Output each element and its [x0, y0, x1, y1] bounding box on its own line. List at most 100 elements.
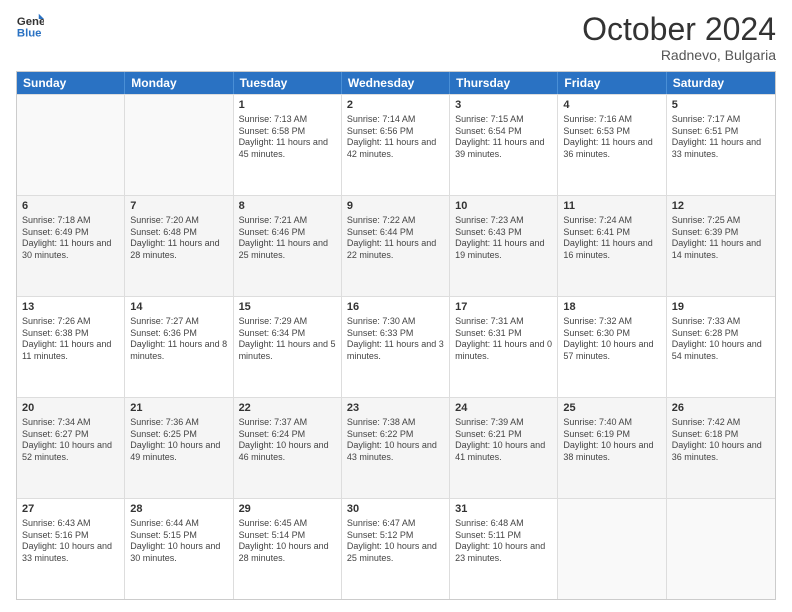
- calendar-header: SundayMondayTuesdayWednesdayThursdayFrid…: [17, 72, 775, 94]
- day-number: 25: [563, 401, 660, 416]
- day-of-week-header: Friday: [558, 72, 666, 94]
- calendar-cell: 31Sunrise: 6:48 AM Sunset: 5:11 PM Dayli…: [450, 499, 558, 599]
- day-info: Sunrise: 7:38 AM Sunset: 6:22 PM Dayligh…: [347, 417, 444, 464]
- day-of-week-header: Tuesday: [234, 72, 342, 94]
- day-info: Sunrise: 7:14 AM Sunset: 6:56 PM Dayligh…: [347, 114, 444, 161]
- calendar-cell: 15Sunrise: 7:29 AM Sunset: 6:34 PM Dayli…: [234, 297, 342, 397]
- day-number: 5: [672, 98, 770, 113]
- day-info: Sunrise: 7:16 AM Sunset: 6:53 PM Dayligh…: [563, 114, 660, 161]
- day-number: 23: [347, 401, 444, 416]
- calendar-week-row: 13Sunrise: 7:26 AM Sunset: 6:38 PM Dayli…: [17, 296, 775, 397]
- calendar-cell: 6Sunrise: 7:18 AM Sunset: 6:49 PM Daylig…: [17, 196, 125, 296]
- day-info: Sunrise: 7:39 AM Sunset: 6:21 PM Dayligh…: [455, 417, 552, 464]
- day-info: Sunrise: 6:43 AM Sunset: 5:16 PM Dayligh…: [22, 518, 119, 565]
- calendar-cell: 2Sunrise: 7:14 AM Sunset: 6:56 PM Daylig…: [342, 95, 450, 195]
- day-number: 16: [347, 300, 444, 315]
- calendar-cell: 11Sunrise: 7:24 AM Sunset: 6:41 PM Dayli…: [558, 196, 666, 296]
- day-number: 18: [563, 300, 660, 315]
- day-number: 2: [347, 98, 444, 113]
- day-info: Sunrise: 7:30 AM Sunset: 6:33 PM Dayligh…: [347, 316, 444, 363]
- calendar-week-row: 27Sunrise: 6:43 AM Sunset: 5:16 PM Dayli…: [17, 498, 775, 599]
- calendar-cell: 20Sunrise: 7:34 AM Sunset: 6:27 PM Dayli…: [17, 398, 125, 498]
- calendar-cell: 28Sunrise: 6:44 AM Sunset: 5:15 PM Dayli…: [125, 499, 233, 599]
- month-title: October 2024: [582, 12, 776, 47]
- day-info: Sunrise: 7:36 AM Sunset: 6:25 PM Dayligh…: [130, 417, 227, 464]
- calendar-week-row: 6Sunrise: 7:18 AM Sunset: 6:49 PM Daylig…: [17, 195, 775, 296]
- day-info: Sunrise: 7:21 AM Sunset: 6:46 PM Dayligh…: [239, 215, 336, 262]
- calendar-cell: 14Sunrise: 7:27 AM Sunset: 6:36 PM Dayli…: [125, 297, 233, 397]
- day-info: Sunrise: 7:17 AM Sunset: 6:51 PM Dayligh…: [672, 114, 770, 161]
- calendar-cell: 19Sunrise: 7:33 AM Sunset: 6:28 PM Dayli…: [667, 297, 775, 397]
- calendar-cell: 10Sunrise: 7:23 AM Sunset: 6:43 PM Dayli…: [450, 196, 558, 296]
- day-of-week-header: Thursday: [450, 72, 558, 94]
- calendar-cell: 25Sunrise: 7:40 AM Sunset: 6:19 PM Dayli…: [558, 398, 666, 498]
- day-of-week-header: Wednesday: [342, 72, 450, 94]
- day-info: Sunrise: 7:25 AM Sunset: 6:39 PM Dayligh…: [672, 215, 770, 262]
- day-number: 11: [563, 199, 660, 214]
- day-info: Sunrise: 7:31 AM Sunset: 6:31 PM Dayligh…: [455, 316, 552, 363]
- day-number: 21: [130, 401, 227, 416]
- calendar-week-row: 20Sunrise: 7:34 AM Sunset: 6:27 PM Dayli…: [17, 397, 775, 498]
- calendar-cell: 27Sunrise: 6:43 AM Sunset: 5:16 PM Dayli…: [17, 499, 125, 599]
- day-info: Sunrise: 7:40 AM Sunset: 6:19 PM Dayligh…: [563, 417, 660, 464]
- calendar-cell: 18Sunrise: 7:32 AM Sunset: 6:30 PM Dayli…: [558, 297, 666, 397]
- day-number: 4: [563, 98, 660, 113]
- calendar-cell: [558, 499, 666, 599]
- day-info: Sunrise: 7:18 AM Sunset: 6:49 PM Dayligh…: [22, 215, 119, 262]
- day-info: Sunrise: 7:42 AM Sunset: 6:18 PM Dayligh…: [672, 417, 770, 464]
- calendar-cell: 23Sunrise: 7:38 AM Sunset: 6:22 PM Dayli…: [342, 398, 450, 498]
- day-info: Sunrise: 6:47 AM Sunset: 5:12 PM Dayligh…: [347, 518, 444, 565]
- calendar-body: 1Sunrise: 7:13 AM Sunset: 6:58 PM Daylig…: [17, 94, 775, 599]
- calendar-cell: 21Sunrise: 7:36 AM Sunset: 6:25 PM Dayli…: [125, 398, 233, 498]
- calendar-cell: 17Sunrise: 7:31 AM Sunset: 6:31 PM Dayli…: [450, 297, 558, 397]
- day-info: Sunrise: 7:15 AM Sunset: 6:54 PM Dayligh…: [455, 114, 552, 161]
- day-number: 3: [455, 98, 552, 113]
- day-info: Sunrise: 6:48 AM Sunset: 5:11 PM Dayligh…: [455, 518, 552, 565]
- calendar-cell: [17, 95, 125, 195]
- calendar-cell: 7Sunrise: 7:20 AM Sunset: 6:48 PM Daylig…: [125, 196, 233, 296]
- location: Radnevo, Bulgaria: [582, 47, 776, 63]
- day-of-week-header: Sunday: [17, 72, 125, 94]
- calendar-cell: 29Sunrise: 6:45 AM Sunset: 5:14 PM Dayli…: [234, 499, 342, 599]
- day-number: 19: [672, 300, 770, 315]
- day-number: 28: [130, 502, 227, 517]
- day-number: 26: [672, 401, 770, 416]
- day-info: Sunrise: 7:32 AM Sunset: 6:30 PM Dayligh…: [563, 316, 660, 363]
- day-number: 27: [22, 502, 119, 517]
- calendar-cell: 30Sunrise: 6:47 AM Sunset: 5:12 PM Dayli…: [342, 499, 450, 599]
- logo: General Blue: [16, 12, 44, 40]
- day-number: 31: [455, 502, 552, 517]
- day-number: 15: [239, 300, 336, 315]
- day-info: Sunrise: 7:33 AM Sunset: 6:28 PM Dayligh…: [672, 316, 770, 363]
- day-info: Sunrise: 7:24 AM Sunset: 6:41 PM Dayligh…: [563, 215, 660, 262]
- day-info: Sunrise: 7:37 AM Sunset: 6:24 PM Dayligh…: [239, 417, 336, 464]
- day-number: 22: [239, 401, 336, 416]
- day-info: Sunrise: 7:23 AM Sunset: 6:43 PM Dayligh…: [455, 215, 552, 262]
- day-number: 30: [347, 502, 444, 517]
- day-number: 14: [130, 300, 227, 315]
- day-info: Sunrise: 6:44 AM Sunset: 5:15 PM Dayligh…: [130, 518, 227, 565]
- day-number: 20: [22, 401, 119, 416]
- calendar-cell: 22Sunrise: 7:37 AM Sunset: 6:24 PM Dayli…: [234, 398, 342, 498]
- day-info: Sunrise: 7:22 AM Sunset: 6:44 PM Dayligh…: [347, 215, 444, 262]
- day-info: Sunrise: 7:34 AM Sunset: 6:27 PM Dayligh…: [22, 417, 119, 464]
- calendar-cell: 26Sunrise: 7:42 AM Sunset: 6:18 PM Dayli…: [667, 398, 775, 498]
- day-info: Sunrise: 7:13 AM Sunset: 6:58 PM Dayligh…: [239, 114, 336, 161]
- day-of-week-header: Saturday: [667, 72, 775, 94]
- calendar-cell: 5Sunrise: 7:17 AM Sunset: 6:51 PM Daylig…: [667, 95, 775, 195]
- logo-icon: General Blue: [16, 12, 44, 40]
- calendar-cell: 9Sunrise: 7:22 AM Sunset: 6:44 PM Daylig…: [342, 196, 450, 296]
- day-number: 10: [455, 199, 552, 214]
- day-number: 1: [239, 98, 336, 113]
- page: General Blue October 2024 Radnevo, Bulga…: [0, 0, 792, 612]
- calendar-week-row: 1Sunrise: 7:13 AM Sunset: 6:58 PM Daylig…: [17, 94, 775, 195]
- day-number: 9: [347, 199, 444, 214]
- calendar-cell: 1Sunrise: 7:13 AM Sunset: 6:58 PM Daylig…: [234, 95, 342, 195]
- calendar-cell: 12Sunrise: 7:25 AM Sunset: 6:39 PM Dayli…: [667, 196, 775, 296]
- day-info: Sunrise: 7:20 AM Sunset: 6:48 PM Dayligh…: [130, 215, 227, 262]
- calendar-cell: [125, 95, 233, 195]
- day-number: 8: [239, 199, 336, 214]
- day-number: 29: [239, 502, 336, 517]
- day-of-week-header: Monday: [125, 72, 233, 94]
- calendar: SundayMondayTuesdayWednesdayThursdayFrid…: [16, 71, 776, 600]
